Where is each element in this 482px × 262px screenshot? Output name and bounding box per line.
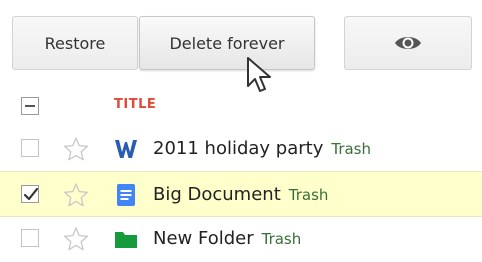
trash-tag: Trash — [288, 186, 329, 204]
word-document-icon — [115, 140, 137, 158]
file-row[interactable]: 2011 holiday party Trash — [0, 126, 482, 172]
select-all-checkbox[interactable] — [21, 97, 39, 115]
toolbar: Restore Delete forever — [0, 0, 482, 86]
eye-icon — [395, 37, 421, 49]
folder-icon — [115, 232, 137, 248]
list-header: TITLE — [0, 86, 482, 124]
checkmark-icon — [23, 187, 39, 201]
restore-button-label: Restore — [44, 33, 106, 53]
file-name[interactable]: 2011 holiday party Trash — [153, 138, 371, 159]
delete-forever-button-label: Delete forever — [169, 33, 285, 53]
delete-forever-button[interactable]: Delete forever — [139, 16, 315, 70]
star-icon[interactable] — [63, 136, 89, 162]
file-row[interactable]: Big Document Trash — [0, 171, 482, 217]
file-name-text: Big Document — [153, 184, 281, 205]
title-column-header[interactable]: TITLE — [114, 97, 156, 112]
trash-tag: Trash — [261, 230, 302, 248]
restore-button[interactable]: Restore — [12, 16, 138, 70]
file-name-text: 2011 holiday party — [153, 138, 324, 159]
file-name[interactable]: New Folder Trash — [153, 228, 301, 249]
file-name-text: New Folder — [153, 228, 254, 249]
file-row[interactable]: New Folder Trash — [0, 216, 482, 262]
star-icon[interactable] — [63, 226, 89, 252]
view-button[interactable] — [344, 16, 472, 70]
row-checkbox[interactable] — [21, 185, 39, 203]
row-checkbox[interactable] — [21, 139, 39, 157]
file-name[interactable]: Big Document Trash — [153, 184, 328, 205]
trash-tag: Trash — [331, 140, 371, 158]
google-document-icon — [117, 184, 135, 206]
star-icon[interactable] — [63, 182, 89, 208]
row-checkbox[interactable] — [21, 229, 39, 247]
